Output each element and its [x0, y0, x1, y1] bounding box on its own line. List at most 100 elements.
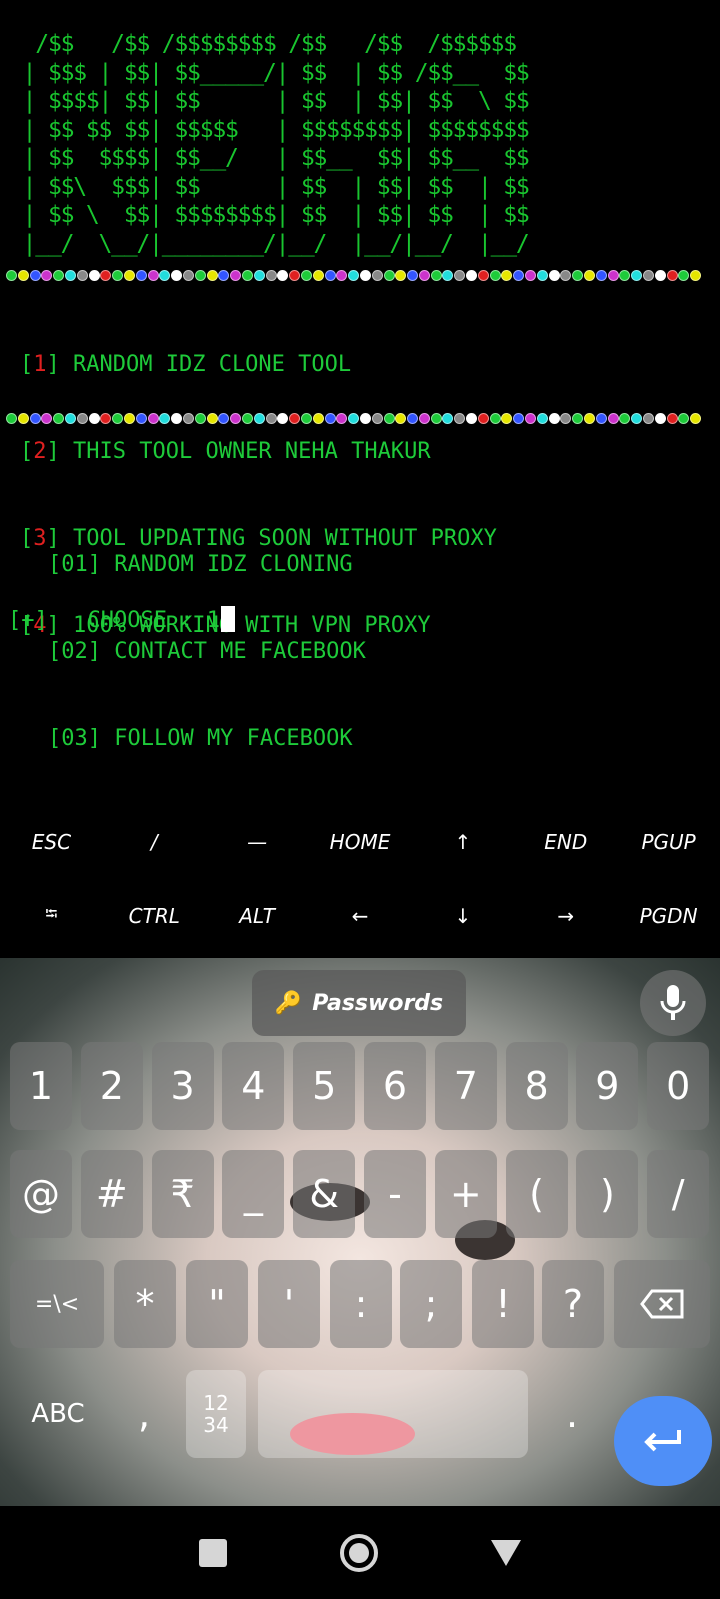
separator-dot	[159, 270, 171, 281]
separator-dot	[407, 413, 419, 424]
alt-key[interactable]: ALT	[206, 886, 309, 946]
separator-dot	[536, 413, 548, 424]
separator-dot	[253, 413, 265, 424]
symbol-key[interactable]: #	[80, 1150, 143, 1238]
number-key[interactable]: 9	[576, 1042, 639, 1130]
pgup-key[interactable]: PGUP	[617, 812, 720, 872]
separator-dot	[76, 270, 88, 281]
symbol-key[interactable]: _	[222, 1150, 285, 1238]
symbol-key[interactable]: &	[293, 1150, 356, 1238]
separator-dot	[560, 270, 572, 281]
symbol-key[interactable]: ;	[400, 1260, 462, 1348]
info-line: [1] RANDOM IDZ CLONE TOOL	[20, 352, 352, 377]
separator-dot	[584, 270, 596, 281]
tab-key[interactable]: ⭾	[0, 886, 103, 946]
symbol-key[interactable]: :	[330, 1260, 392, 1348]
symbol-key[interactable]: )	[576, 1150, 639, 1238]
microphone-button[interactable]	[640, 970, 706, 1036]
separator-dot	[584, 413, 596, 424]
separator-dot	[690, 270, 702, 281]
separator-dot	[88, 270, 100, 281]
back-icon[interactable]	[489, 1538, 523, 1568]
separator-dot	[218, 413, 230, 424]
symbol-key[interactable]: @	[10, 1150, 72, 1238]
number-key[interactable]: 7	[434, 1042, 497, 1130]
number-key[interactable]: 2	[80, 1042, 143, 1130]
prompt-input[interactable]: 1	[207, 608, 220, 633]
space-bar[interactable]	[258, 1370, 528, 1458]
passwords-button[interactable]: 🔑 Passwords	[252, 970, 466, 1036]
symbol-key[interactable]: +	[434, 1150, 497, 1238]
separator-dot	[300, 413, 312, 424]
home-icon[interactable]	[339, 1533, 379, 1573]
pgdn-key[interactable]: PGDN	[617, 886, 720, 946]
separator-dot	[100, 270, 112, 281]
backspace-key[interactable]	[614, 1260, 710, 1348]
separator-dot	[666, 413, 678, 424]
text-cursor	[220, 606, 235, 632]
number-key[interactable]: 8	[505, 1042, 568, 1130]
numpad-key[interactable]: 12 34	[186, 1370, 246, 1458]
separator-dot	[501, 413, 513, 424]
number-key[interactable]: 4	[222, 1042, 285, 1130]
symbol-key[interactable]: ?	[542, 1260, 604, 1348]
separator-dot	[147, 413, 159, 424]
separator-dot	[359, 413, 371, 424]
down-arrow-key[interactable]: ↓	[411, 886, 514, 946]
separator-dot	[277, 270, 289, 281]
right-arrow-key[interactable]: →	[514, 886, 617, 946]
number-key[interactable]: 3	[151, 1042, 214, 1130]
separator-dot	[572, 270, 584, 281]
dash-key[interactable]: —	[206, 812, 309, 872]
separator-dot	[289, 270, 301, 281]
home-key[interactable]: HOME	[309, 812, 412, 872]
separator-dot	[348, 270, 360, 281]
separator-dot	[218, 270, 230, 281]
separator-dot	[112, 270, 124, 281]
separator-dot	[194, 270, 206, 281]
symbol-key[interactable]: /	[647, 1150, 710, 1238]
symbol-key[interactable]: -	[364, 1150, 426, 1238]
symbol-key[interactable]: ₹	[151, 1150, 214, 1238]
up-arrow-key[interactable]: ↑	[411, 812, 514, 872]
slash-key[interactable]: /	[103, 812, 206, 872]
separator-dot	[159, 413, 171, 424]
number-key[interactable]: 0	[647, 1042, 710, 1130]
symbol-key[interactable]: '	[258, 1260, 320, 1348]
separator-dot	[678, 270, 690, 281]
separator-dot	[171, 413, 183, 424]
symbol-key[interactable]: (	[505, 1150, 568, 1238]
separator-dot	[371, 270, 383, 281]
esc-key[interactable]: ESC	[0, 812, 103, 872]
period-key[interactable]: .	[540, 1370, 604, 1458]
separator-dot	[643, 413, 655, 424]
terminal[interactable]: /$$ /$$ /$$$$$$$$ /$$ /$$ /$$$$$$ | $$$ …	[0, 0, 720, 928]
enter-button[interactable]	[614, 1396, 712, 1486]
number-key[interactable]: 5	[293, 1042, 356, 1130]
separator-dot	[182, 413, 194, 424]
separator-dot	[654, 413, 666, 424]
comma-key[interactable]: ,	[112, 1370, 176, 1458]
number-key[interactable]: 6	[364, 1042, 426, 1130]
separator-dot	[430, 413, 442, 424]
recents-icon[interactable]	[197, 1537, 229, 1569]
symbol-key[interactable]: "	[186, 1260, 248, 1348]
separator-dot	[64, 270, 76, 281]
separator-dot	[619, 270, 631, 281]
number-key[interactable]: 1	[10, 1042, 72, 1130]
symbol-key[interactable]: *	[114, 1260, 176, 1348]
left-arrow-key[interactable]: ←	[309, 886, 412, 946]
end-key[interactable]: END	[514, 812, 617, 872]
separator-dot	[289, 413, 301, 424]
ctrl-key[interactable]: CTRL	[103, 886, 206, 946]
abc-key[interactable]: ABC	[10, 1370, 106, 1458]
symbol-key[interactable]: =\<	[10, 1260, 104, 1348]
symbol-key[interactable]: !	[472, 1260, 534, 1348]
separator-dot	[241, 413, 253, 424]
menu-options: [01] RANDOM IDZ CLONING [02] CONTACT ME …	[48, 492, 366, 811]
choose-prompt[interactable]: [+] CHOOSE : 1	[8, 606, 235, 635]
separator-dot	[454, 270, 466, 281]
separator-dot	[277, 413, 289, 424]
separator-dot	[147, 270, 159, 281]
separator-dot	[395, 413, 407, 424]
